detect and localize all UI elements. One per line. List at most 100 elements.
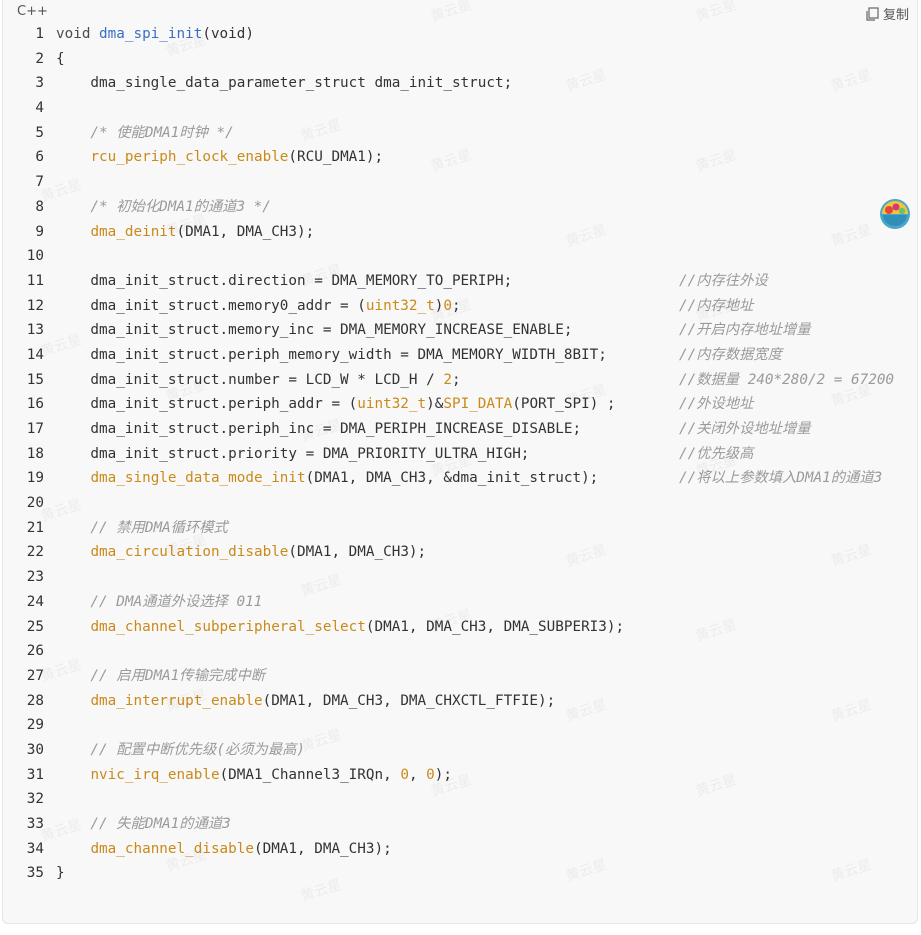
code-content: dma_single_data_parameter_struct dma_ini…: [56, 75, 512, 91]
code-token: dma_init_struct.priority = DMA_PRIORITY_…: [56, 445, 530, 462]
line-number: 23: [26, 569, 44, 586]
copy-icon: [866, 6, 879, 21]
code-token: dma_init_struct.periph_memory_width = DM…: [56, 346, 607, 363]
code-line: 26: [3, 639, 917, 664]
code-line: 16 dma_init_struct.periph_addr = (uint32…: [3, 392, 917, 417]
code-content: dma_circulation_disable(DMA1, DMA_CH3);: [56, 544, 426, 560]
code-token: ;: [451, 371, 461, 388]
code-line: 20: [3, 491, 917, 516]
type-name: uint32_t: [365, 297, 435, 314]
copy-button[interactable]: 复制: [865, 4, 909, 23]
code-token: )&: [426, 396, 444, 413]
line-number: 12: [26, 297, 44, 314]
code-content: dma_init_struct.number = LCD_W * LCD_H /…: [56, 371, 894, 388]
code-comment: //关闭外设地址增量: [679, 421, 811, 437]
code-token: ,: [408, 766, 427, 783]
code-line: 27 // 启用DMA1传输完成中断: [3, 664, 917, 689]
language-label: C++: [17, 4, 48, 19]
line-number: 19: [26, 470, 44, 487]
code-token: (DMA1, DMA_CH3, DMA_SUBPERI3);: [365, 618, 625, 635]
code-token: }: [56, 865, 65, 882]
code-line: 31 nvic_irq_enable(DMA1_Channel3_IRQn, 0…: [3, 763, 917, 788]
function-call: dma_channel_subperipheral_select: [90, 618, 366, 635]
line-number: 35: [26, 865, 44, 882]
code-line: 23: [3, 565, 917, 590]
code-content: dma_init_struct.periph_inc = DMA_PERIPH_…: [56, 421, 810, 437]
code-content: rcu_periph_clock_enable(RCU_DMA1);: [56, 149, 383, 165]
code-content: // 配置中断优先级(必须为最高): [56, 742, 305, 758]
code-line: 29: [3, 713, 917, 738]
code-token: );: [434, 766, 452, 783]
code-content: dma_deinit(DMA1, DMA_CH3);: [56, 224, 314, 240]
code-token: (DMA1, DMA_CH3, &dma_init_struct);: [305, 470, 599, 487]
code-content: dma_init_struct.priority = DMA_PRIORITY_…: [56, 445, 753, 462]
code-line: 25 dma_channel_subperipheral_select(DMA1…: [3, 615, 917, 640]
line-number: 7: [35, 174, 44, 191]
code-line: 19 dma_single_data_mode_init(DMA1, DMA_C…: [3, 466, 917, 491]
code-comment: //内存地址: [679, 297, 754, 314]
line-number: 6: [35, 149, 44, 166]
code-token: dma_init_struct.memory0_addr = (: [56, 297, 366, 314]
code-comment: // DMA通道外设选择 011: [56, 593, 263, 610]
function-call: nvic_irq_enable: [90, 766, 220, 783]
keyword: void: [56, 26, 100, 42]
code-token: dma_init_struct.direction = DMA_MEMORY_T…: [56, 272, 513, 289]
code-token: (void): [202, 26, 254, 42]
line-number: 5: [35, 124, 44, 141]
code-line: 7: [3, 170, 917, 195]
line-number: 29: [26, 717, 44, 734]
type-name: uint32_t: [357, 396, 427, 413]
line-number: 34: [26, 840, 44, 857]
code-line: 2{: [3, 47, 917, 72]
function-call: dma_circulation_disable: [90, 544, 289, 561]
code-comment: // 失能DMA1的通道3: [56, 816, 231, 832]
line-number: 8: [35, 198, 44, 215]
code-block: C++ 复制 1 void dma_spi_init(void) 2{3 dma_s…: [2, 0, 918, 924]
code-token: dma_init_struct.memory_inc = DMA_MEMORY_…: [56, 322, 573, 339]
line-number: 2: [35, 50, 44, 67]
code-token: (DMA1, DMA_CH3);: [288, 544, 427, 561]
code-line: 5 /* 使能DMA1时钟 */: [3, 121, 917, 146]
code-token: (DMA1, DMA_CH3);: [176, 223, 315, 240]
code-comment: /* 初始化DMA1的通道3 */: [56, 198, 271, 215]
code-line: 11 dma_init_struct.direction = DMA_MEMOR…: [3, 269, 917, 294]
line-number: 20: [26, 495, 44, 512]
number-literal: 2: [443, 371, 452, 388]
code-token: (DMA1_Channel3_IRQn,: [219, 766, 401, 783]
code-line: 30 // 配置中断优先级(必须为最高): [3, 738, 917, 763]
function-call: dma_interrupt_enable: [90, 692, 263, 709]
code-content: // 禁用DMA循环模式: [56, 520, 227, 536]
line-number: 30: [26, 741, 44, 758]
line-number: 16: [26, 396, 44, 413]
line-number: 22: [26, 544, 44, 561]
line-number: 11: [26, 272, 44, 289]
code-line: 4: [3, 96, 917, 121]
code-token: ;: [451, 297, 461, 314]
line-number: 28: [26, 692, 44, 709]
code-comment: /* 使能DMA1时钟 */: [56, 124, 234, 141]
code-content: dma_init_struct.periph_addr = (uint32_t)…: [56, 396, 753, 413]
code-content: }: [56, 865, 65, 881]
code-line: 32: [3, 787, 917, 812]
code-content: nvic_irq_enable(DMA1_Channel3_IRQn, 0, 0…: [56, 767, 452, 783]
code-content: void dma_spi_init(void): [56, 26, 254, 42]
code-line: 24 // DMA通道外设选择 011: [3, 590, 917, 615]
code-line: 15 dma_init_struct.number = LCD_W * LCD_…: [3, 368, 917, 393]
number-literal: 0: [426, 766, 435, 783]
line-number: 9: [35, 223, 44, 240]
code-token: dma_init_struct.periph_addr = (: [56, 396, 358, 413]
line-number: 14: [26, 346, 44, 363]
code-line: 18 dma_init_struct.priority = DMA_PRIORI…: [3, 442, 917, 467]
code-line: 9 dma_deinit(DMA1, DMA_CH3);: [3, 220, 917, 245]
code-token: (DMA1, DMA_CH3, DMA_CHXCTL_FTFIE);: [262, 692, 556, 709]
code-token: (RCU_DMA1);: [288, 149, 384, 166]
code-content: {: [56, 51, 65, 67]
code-line: 34 dma_channel_disable(DMA1, DMA_CH3);: [3, 837, 917, 862]
code-comment: //数据量 240*280/2 = 67200: [679, 371, 895, 388]
code-line: 33 // 失能DMA1的通道3: [3, 812, 917, 837]
code-comment: // 启用DMA1传输完成中断: [56, 667, 266, 684]
